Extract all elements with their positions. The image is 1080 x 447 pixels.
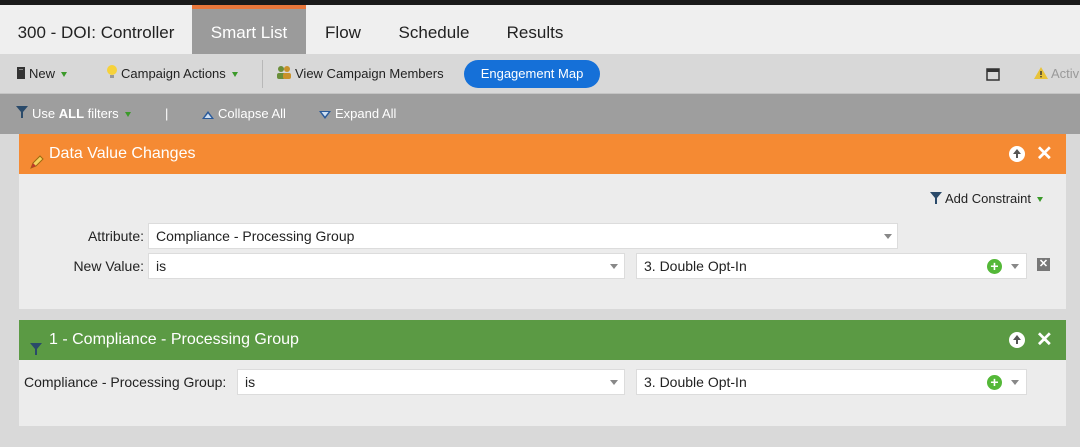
window-icon[interactable]: [986, 54, 1000, 94]
expand-all-label: Expand All: [335, 106, 397, 121]
new-value-label: New Value:: [73, 258, 144, 274]
view-campaign-members-button[interactable]: View Campaign Members: [276, 54, 444, 94]
chevron-down-icon: [610, 380, 618, 385]
new-label: New: [29, 66, 56, 81]
filter-operator-select[interactable]: is: [237, 369, 625, 395]
use-suffix: filters: [84, 106, 119, 121]
close-icon[interactable]: ✕: [1036, 320, 1053, 360]
trigger-body: Add Constraint Attribute: Compliance - P…: [19, 174, 1066, 309]
chevron-down-icon: [231, 72, 238, 78]
chevron-down-icon: [124, 112, 131, 118]
attribute-label: Attribute:: [87, 228, 144, 244]
value-text: 3. Double Opt-In: [644, 258, 747, 274]
chevron-down-icon: [610, 264, 618, 269]
filter-header[interactable]: 1 - Compliance - Processing Group ✕: [19, 320, 1066, 360]
view-members-label: View Campaign Members: [295, 66, 444, 81]
operator-value: is: [156, 258, 167, 274]
operator-select[interactable]: is: [148, 253, 625, 279]
move-up-icon[interactable]: [1009, 146, 1025, 162]
collapse-icon: [202, 95, 214, 135]
filter-bar: Use ALL filters | Collapse All Expand Al…: [0, 94, 1080, 134]
filter-operator-value: is: [245, 374, 256, 390]
chevron-down-icon: [884, 234, 892, 239]
campaign-actions-label: Campaign Actions: [121, 66, 226, 81]
filterbar-separator: |: [165, 106, 169, 121]
move-up-icon[interactable]: [1009, 332, 1025, 348]
close-icon[interactable]: ✕: [1036, 134, 1053, 174]
new-menu-button[interactable]: New: [16, 54, 68, 95]
filter-title: 1 - Compliance - Processing Group: [49, 331, 299, 348]
chevron-down-icon: [1011, 264, 1019, 269]
tab-schedule[interactable]: Schedule: [380, 5, 488, 54]
collapse-all-button[interactable]: Collapse All: [202, 94, 286, 134]
value-select[interactable]: 3. Double Opt-In +: [636, 253, 1027, 279]
filter-icon: [929, 191, 943, 208]
use-all-label: ALL: [58, 106, 85, 121]
collapse-all-label: Collapse All: [218, 106, 286, 121]
warning-icon: [1034, 55, 1048, 95]
chevron-down-icon: [1011, 380, 1019, 385]
tab-results[interactable]: Results: [488, 5, 582, 54]
use-prefix: Use: [32, 106, 59, 121]
chevron-down-icon: [1037, 197, 1043, 203]
attribute-select[interactable]: Compliance - Processing Group: [148, 223, 898, 249]
tab-flow[interactable]: Flow: [306, 5, 380, 54]
trigger-header[interactable]: Data Value Changes ✕: [19, 134, 1066, 174]
active-label: Activ: [1051, 66, 1080, 81]
filter-value-text: 3. Double Opt-In: [644, 374, 747, 390]
attribute-value: Compliance - Processing Group: [156, 228, 355, 244]
filter-icon: [15, 95, 29, 135]
new-document-icon: [16, 55, 26, 95]
add-value-icon[interactable]: +: [987, 259, 1002, 274]
trigger-title: Data Value Changes: [49, 145, 196, 162]
use-all-filters-dropdown[interactable]: Use ALL filters: [15, 94, 131, 134]
filter-field-label: Compliance - Processing Group:: [24, 374, 227, 390]
filter-body: Compliance - Processing Group: is 3. Dou…: [19, 360, 1066, 426]
expand-all-button[interactable]: Expand All: [319, 94, 396, 134]
lightbulb-icon: [106, 55, 118, 95]
tab-smart-list[interactable]: Smart List: [192, 5, 306, 54]
engagement-map-button[interactable]: Engagement Map: [464, 60, 600, 88]
tab-campaign-title[interactable]: 300 - DOI: Controller: [0, 5, 192, 54]
campaign-actions-button[interactable]: Campaign Actions: [106, 54, 238, 94]
add-constraint-button[interactable]: Add Constraint: [929, 191, 1043, 208]
toolbar-divider: [262, 60, 263, 88]
add-value-icon[interactable]: +: [987, 375, 1002, 390]
tab-bar: 300 - DOI: Controller Smart List Flow Sc…: [0, 5, 1080, 54]
remove-constraint-icon[interactable]: ✕: [1037, 258, 1050, 271]
active-status[interactable]: Activ: [1034, 54, 1079, 94]
people-icon: [276, 55, 292, 95]
add-constraint-label: Add Constraint: [945, 191, 1031, 206]
chevron-down-icon: [61, 72, 68, 78]
expand-icon: [319, 95, 331, 135]
filter-value-select[interactable]: 3. Double Opt-In +: [636, 369, 1027, 395]
